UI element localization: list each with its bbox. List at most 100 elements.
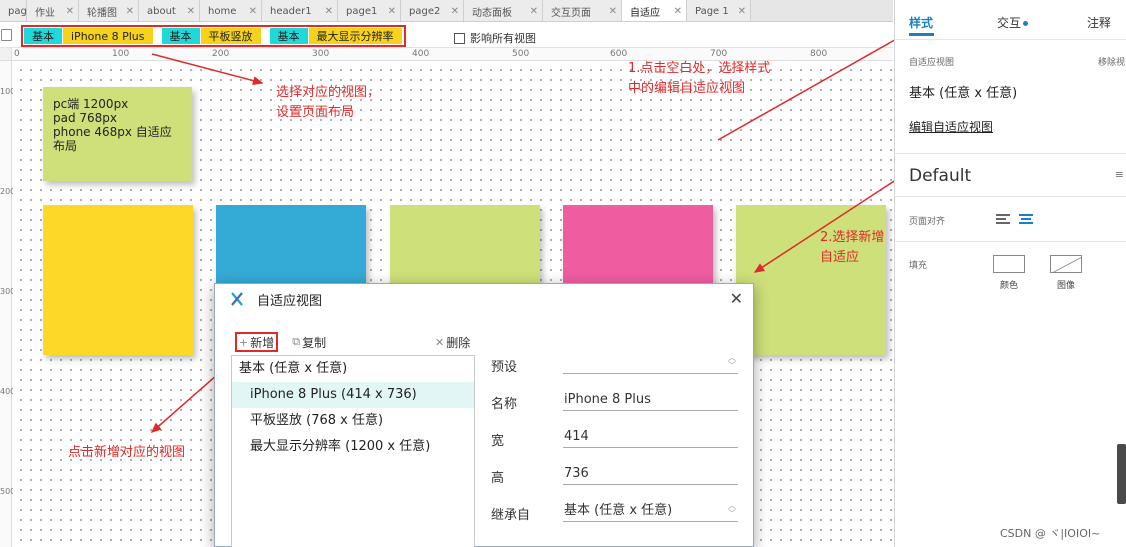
tab-close-icon[interactable]: ✕ bbox=[243, 6, 257, 17]
view-base-button-2[interactable]: 基本 bbox=[161, 28, 200, 44]
height-label: 高 bbox=[491, 471, 505, 486]
inherit-select[interactable]: 基本 (任意 x 任意) bbox=[563, 500, 738, 522]
tab-close-icon[interactable]: ✕ bbox=[319, 6, 333, 17]
annotation-select-view: 选择对应的视图， 设置页面布局 bbox=[276, 85, 381, 120]
ruler-tick-v: 400 bbox=[0, 387, 16, 396]
vertical-ruler: 100 200 300 400 500 bbox=[0, 61, 16, 547]
view-base-button[interactable]: 基本 bbox=[24, 28, 62, 44]
list-item-tablet[interactable]: 平板竖放 (768 x 任意) bbox=[232, 408, 474, 434]
view-list: 基本 (任意 x 任意) iPhone 8 Plus (414 x 736) 平… bbox=[231, 355, 475, 547]
edit-adaptive-views-link[interactable]: 编辑自适应视图 bbox=[909, 118, 993, 135]
fill-color-swatch[interactable] bbox=[993, 255, 1025, 273]
tab-7[interactable]: page2 ✕ bbox=[401, 0, 464, 21]
tab-close-icon[interactable]: ✕ bbox=[382, 6, 396, 17]
ruler-tick: 300 bbox=[312, 49, 330, 59]
view-iphone-button[interactable]: iPhone 8 Plus bbox=[63, 28, 153, 44]
dialog-header: 自适应视图 ✕ bbox=[215, 284, 753, 314]
adaptive-view-value: 基本 (任意 x 任意) bbox=[909, 86, 1018, 101]
style-menu-icon[interactable]: ≡ bbox=[1115, 168, 1124, 181]
align-center-icon[interactable] bbox=[1019, 214, 1033, 225]
adaptive-view-bar: 基本 iPhone 8 Plus 基本 平板竖放 基本 最大显示分辨率 影响所有… bbox=[0, 22, 893, 48]
tab-close-icon[interactable]: ✕ bbox=[603, 6, 617, 17]
delete-view-button[interactable]: ✕ 删除 bbox=[435, 334, 470, 351]
list-item-base[interactable]: 基本 (任意 x 任意) bbox=[232, 356, 474, 382]
tab-3[interactable]: about ✕ bbox=[139, 0, 200, 21]
inherit-spinner-icon[interactable]: ︿ ﹀ bbox=[723, 502, 741, 518]
tab-9[interactable]: 交互页面 ✕ bbox=[543, 0, 622, 21]
fill-image-label: 图像 bbox=[1056, 281, 1075, 291]
adaptive-view-buttons: 基本 iPhone 8 Plus 基本 平板竖放 基本 最大显示分辨率 bbox=[21, 25, 406, 47]
list-item-max-resolution[interactable]: 最大显示分辨率 (1200 x 任意) bbox=[232, 434, 474, 460]
ruler-tick: 400 bbox=[412, 49, 430, 59]
view-max-resolution-button[interactable]: 最大显示分辨率 bbox=[308, 28, 402, 44]
view-tablet-button[interactable]: 平板竖放 bbox=[200, 28, 261, 44]
tab-label: about bbox=[147, 5, 176, 17]
list-item-iphone[interactable]: iPhone 8 Plus (414 x 736) bbox=[232, 382, 474, 408]
view-base-button-3[interactable]: 基本 bbox=[269, 28, 308, 44]
tab-label: 作业 bbox=[35, 7, 55, 19]
name-field[interactable]: iPhone 8 Plus bbox=[563, 389, 738, 411]
dialog-toolbar: + 新增 ⧉ 复制 ✕ 删除 bbox=[235, 332, 470, 352]
tab-label: header1 bbox=[270, 5, 312, 17]
tab-close-icon[interactable]: ✕ bbox=[445, 6, 459, 17]
tab-4[interactable]: home ✕ bbox=[200, 0, 262, 21]
annotation-step2: 2.选择新增 自适应 bbox=[820, 230, 885, 265]
layout-note[interactable]: pc端 1200px pad 768px phone 468px 自适应布局 bbox=[43, 87, 192, 181]
affect-all-views-option[interactable]: 影响所有视图 bbox=[454, 30, 536, 46]
plus-icon: + bbox=[239, 335, 249, 349]
annotation-click-add: 点击新增对应的视图 bbox=[68, 445, 186, 460]
tab-2[interactable]: 轮播图 ✕ bbox=[79, 0, 139, 21]
inherit-label: 继承自 bbox=[491, 508, 531, 523]
tab-11[interactable]: Page 1 ✕ bbox=[687, 0, 751, 21]
remove-view-link[interactable]: 移除视 bbox=[1098, 55, 1125, 68]
tab-6[interactable]: page1 ✕ bbox=[338, 0, 401, 21]
ruler-tick: 700 bbox=[710, 49, 728, 59]
add-view-button[interactable]: + 新增 bbox=[235, 332, 279, 352]
height-field[interactable]: 736 bbox=[563, 463, 738, 485]
copy-view-button[interactable]: ⧉ 复制 bbox=[292, 334, 326, 351]
fill-color-label: 颜色 bbox=[999, 281, 1018, 291]
name-label: 名称 bbox=[491, 397, 518, 412]
preset-select[interactable] bbox=[563, 352, 738, 374]
tab-close-icon[interactable]: ✕ bbox=[524, 6, 538, 17]
ruler-tick: 600 bbox=[610, 49, 628, 59]
ruler-tick-0: 0 bbox=[14, 49, 20, 59]
ruler-tick-v: 200 bbox=[0, 187, 16, 196]
tab-close-icon[interactable]: ✕ bbox=[732, 6, 746, 17]
style-default-name[interactable]: Default bbox=[909, 166, 971, 186]
tab-0[interactable]: page✕ bbox=[0, 0, 47, 21]
fill-image-icon[interactable] bbox=[1050, 255, 1082, 273]
affect-all-checkbox[interactable] bbox=[454, 32, 465, 44]
tab-close-icon[interactable]: ✕ bbox=[60, 6, 74, 17]
tab-interactions[interactable]: 交互 bbox=[997, 14, 1029, 31]
page-align-label: 页面对齐 bbox=[909, 217, 946, 227]
panel-scrollbar[interactable] bbox=[1117, 444, 1126, 504]
ruler-tick-v: 100 bbox=[0, 87, 16, 96]
tab-close-icon[interactable]: ✕ bbox=[668, 6, 682, 17]
copy-label: 复制 bbox=[302, 335, 327, 350]
copy-icon: ⧉ bbox=[292, 335, 301, 348]
tab-close-icon[interactable]: ✕ bbox=[181, 6, 195, 17]
document-tab-bar: page✕作业✕轮播图✕about✕home✕header1✕page1✕pag… bbox=[0, 0, 893, 22]
close-icon[interactable]: ✕ bbox=[730, 289, 743, 308]
align-left-icon[interactable] bbox=[996, 214, 1010, 225]
tab-label: 交互页面 bbox=[551, 7, 591, 19]
tab-8[interactable]: 动态面板 ✕ bbox=[464, 0, 543, 21]
preset-label: 预设 bbox=[491, 360, 518, 375]
yellow-box[interactable] bbox=[43, 205, 193, 355]
tab-label: home bbox=[208, 5, 237, 17]
tab-notes[interactable]: 注释 bbox=[1087, 14, 1111, 31]
width-field[interactable]: 414 bbox=[563, 426, 738, 448]
tab-label: Page 1 bbox=[695, 5, 729, 17]
tab-interactions-label: 交互 bbox=[997, 16, 1022, 30]
tab-1[interactable]: 作业 ✕ bbox=[27, 0, 79, 21]
preset-spinner-icon[interactable]: ︿ ﹀ bbox=[723, 354, 741, 370]
adaptive-view-label: 自适应视图 bbox=[909, 58, 955, 68]
tab-close-icon[interactable]: ✕ bbox=[120, 6, 134, 17]
tab-label: 动态面板 bbox=[472, 7, 512, 19]
delete-icon: ✕ bbox=[435, 336, 445, 349]
tab-5[interactable]: header1 ✕ bbox=[262, 0, 338, 21]
tab-10[interactable]: 自适应 ✕ bbox=[622, 0, 687, 21]
page-icon[interactable] bbox=[1, 29, 12, 41]
tab-style[interactable]: 样式 bbox=[909, 14, 933, 31]
